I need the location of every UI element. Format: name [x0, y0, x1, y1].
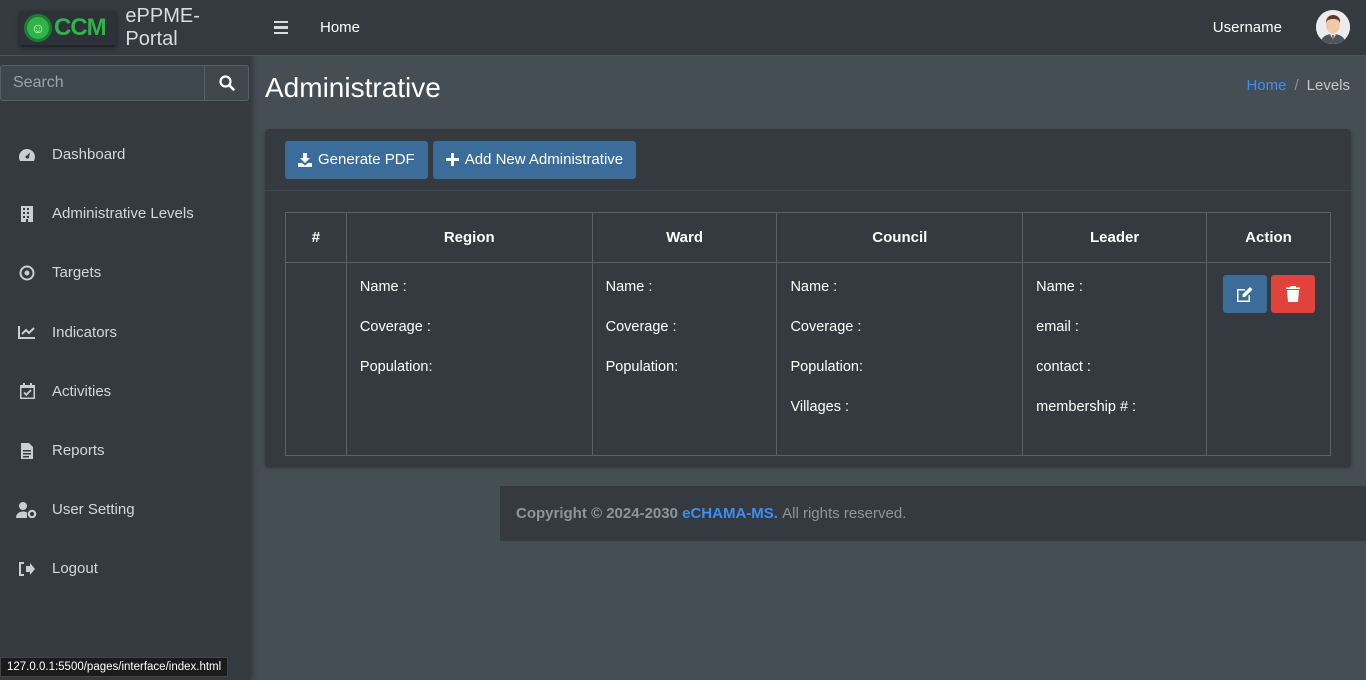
sidebar-item-targets[interactable]: Targets	[0, 243, 250, 302]
sidebar-item-label: Reports	[52, 442, 105, 460]
table-header-row: # Region Ward Council Leader Action	[285, 212, 1331, 263]
sidebar-item-logout[interactable]: Logout	[0, 539, 250, 598]
browser-status-url: 127.0.0.1:5500/pages/interface/index.htm…	[0, 657, 229, 677]
avatar[interactable]	[1316, 10, 1350, 44]
cell-council: Name : Coverage : Population: Villages :	[776, 262, 1024, 456]
column-header-ward: Ward	[591, 212, 778, 263]
council-population-label: Population:	[790, 359, 864, 375]
delete-button[interactable]	[1270, 275, 1315, 313]
sidebar-item-label: Logout	[52, 560, 98, 578]
ward-population-label: Population:	[605, 359, 679, 375]
username[interactable]: Username	[1213, 19, 1282, 36]
logo-text: CCM	[54, 13, 107, 41]
administrative-card: Generate PDF Add New Administrative # Re…	[265, 129, 1351, 467]
sidebar-nav: Dashboard Administrative Levels Targets …	[0, 125, 250, 599]
ward-coverage-label: Coverage :	[605, 319, 677, 335]
region-population-label: Population:	[359, 359, 433, 375]
region-name-label: Name :	[359, 279, 407, 295]
cell-ward: Name : Coverage : Population:	[591, 262, 778, 456]
target-icon	[16, 264, 38, 282]
logo-emblem-icon: ☺	[24, 13, 52, 42]
search-button[interactable]	[204, 65, 249, 101]
page-footer: Copyright © 2024-2030 eCHAMA-MS. All rig…	[500, 486, 1366, 541]
breadcrumb-separator: /	[1294, 77, 1299, 94]
footer-brand-link[interactable]: eCHAMA-MS.	[682, 505, 778, 522]
sidebar: ☺ CCM ePPME-Portal Dashboard Administrat…	[0, 0, 250, 680]
sidebar-item-reports[interactable]: Reports	[0, 421, 250, 480]
search-input[interactable]	[0, 65, 204, 101]
generate-pdf-button[interactable]: Generate PDF	[285, 140, 428, 179]
card-toolbar: Generate PDF Add New Administrative	[265, 129, 1351, 191]
cell-leader: Name : email : contact : membership # :	[1022, 262, 1207, 456]
leader-contact-label: contact :	[1036, 359, 1091, 375]
top-navbar: Home Username	[250, 0, 1366, 56]
sidebar-search	[0, 65, 249, 101]
region-coverage-label: Coverage :	[359, 319, 431, 335]
sidebar-item-user-setting[interactable]: User Setting	[0, 480, 250, 539]
download-icon	[298, 152, 312, 167]
add-new-label: Add New Administrative	[464, 151, 624, 168]
council-villages-label: Villages :	[790, 399, 850, 415]
table-row: Name : Coverage : Population: Name : Cov…	[285, 262, 1331, 456]
sidebar-item-label: Activities	[52, 382, 112, 400]
leader-email-label: email :	[1036, 319, 1079, 335]
column-header-council: Council	[776, 212, 1024, 263]
topbar-home-link[interactable]: Home	[320, 19, 360, 36]
leader-membership-label: membership # :	[1036, 399, 1137, 415]
sidebar-item-dashboard[interactable]: Dashboard	[0, 125, 250, 184]
breadcrumb: Home / Levels	[1246, 77, 1350, 94]
calendar-check-icon	[16, 382, 38, 400]
chart-line-icon	[16, 323, 38, 341]
dashboard-icon	[16, 146, 38, 164]
sidebar-item-label: Administrative Levels	[52, 205, 194, 223]
sidebar-item-label: Targets	[52, 264, 102, 282]
edit-icon	[1236, 287, 1252, 302]
brand[interactable]: ☺ CCM ePPME-Portal	[0, 0, 250, 56]
edit-button[interactable]	[1222, 275, 1267, 313]
sidebar-item-indicators[interactable]: Indicators	[0, 303, 250, 362]
sidebar-item-administrative-levels[interactable]: Administrative Levels	[0, 184, 250, 243]
council-coverage-label: Coverage :	[790, 319, 862, 335]
column-header-leader: Leader	[1022, 212, 1207, 263]
sidebar-item-activities[interactable]: Activities	[0, 362, 250, 421]
trash-icon	[1285, 286, 1300, 302]
user-avatar-icon	[1316, 10, 1350, 44]
row-actions	[1211, 275, 1326, 313]
administrative-table: # Region Ward Council Leader Action Name…	[285, 212, 1331, 456]
sign-out-icon	[16, 560, 38, 578]
breadcrumb-current: Levels	[1306, 77, 1350, 94]
building-icon	[16, 205, 38, 223]
council-name-label: Name :	[790, 279, 838, 295]
leader-name-label: Name :	[1036, 279, 1083, 295]
column-header-number: #	[285, 212, 347, 263]
cell-number	[285, 262, 347, 456]
sidebar-item-label: Indicators	[52, 323, 118, 341]
sidebar-item-label: Dashboard	[52, 146, 126, 164]
plus-icon	[445, 153, 459, 166]
column-header-action: Action	[1206, 212, 1331, 263]
add-new-administrative-button[interactable]: Add New Administrative	[432, 140, 637, 179]
user-cog-icon	[16, 501, 38, 519]
footer-rights: All rights reserved.	[782, 505, 907, 522]
column-header-region: Region	[345, 212, 593, 263]
sidebar-item-label: User Setting	[52, 501, 135, 519]
brand-name: ePPME-Portal	[125, 4, 200, 50]
generate-pdf-label: Generate PDF	[318, 151, 415, 168]
breadcrumb-home-link[interactable]: Home	[1246, 77, 1286, 94]
footer-copyright: Copyright © 2024-2030	[516, 505, 678, 522]
cell-action	[1206, 262, 1331, 456]
cell-region: Name : Coverage : Population:	[345, 262, 593, 456]
page-title: Administrative	[265, 72, 441, 103]
search-icon	[218, 75, 235, 91]
ward-name-label: Name :	[605, 279, 653, 295]
file-icon	[16, 442, 38, 460]
menu-toggle-icon[interactable]	[274, 20, 288, 35]
brand-logo: ☺ CCM	[20, 10, 117, 45]
